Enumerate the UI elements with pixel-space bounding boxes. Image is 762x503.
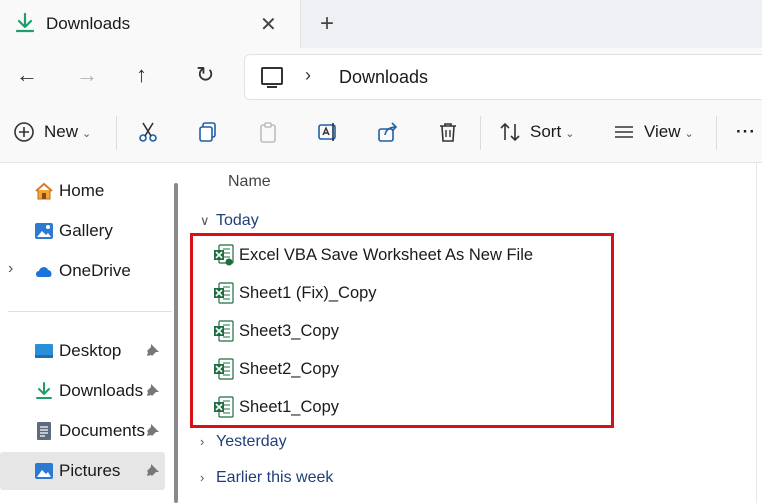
pictures-icon [35, 463, 53, 479]
group-label: Earlier this week [216, 469, 334, 486]
group-header-earlier-this-week[interactable]: › Earlier this week [200, 469, 333, 487]
sidebar-scrollbar[interactable] [174, 183, 178, 503]
pin-icon[interactable] [146, 343, 160, 357]
chevron-right-icon[interactable]: › [8, 260, 13, 278]
column-header-name[interactable]: Name [228, 173, 271, 191]
address-bar[interactable]: › Downloads [244, 54, 762, 100]
sidebar-item-desktop[interactable]: Desktop [0, 332, 165, 370]
share-icon[interactable] [376, 120, 400, 144]
sidebar-item-label: OneDrive [59, 261, 131, 280]
gallery-icon [35, 223, 53, 239]
up-button[interactable]: ↑ [136, 62, 147, 88]
copy-icon[interactable] [196, 120, 220, 144]
add-circle-icon [14, 122, 34, 142]
group-label: Yesterday [216, 433, 287, 450]
sort-icon [500, 122, 520, 142]
chevron-right-icon: › [200, 434, 205, 449]
command-toolbar: New ⌄ Sort ⌄ View ⌄ ··· [0, 104, 762, 163]
desktop-icon [35, 344, 53, 358]
sidebar-item-label: Home [59, 181, 105, 200]
view-button-label: View [644, 122, 681, 141]
sidebar-item-documents[interactable]: Documents [0, 412, 165, 450]
sidebar-item-label: Gallery [59, 221, 113, 240]
refresh-button[interactable]: ↻ [196, 62, 214, 88]
tab-downloads[interactable]: Downloads ✕ [0, 0, 301, 48]
tab-bar: Downloads ✕ + [0, 0, 762, 48]
tab-title: Downloads [46, 14, 131, 33]
delete-icon[interactable] [436, 120, 460, 144]
pin-icon[interactable] [146, 463, 160, 477]
download-icon [36, 382, 52, 399]
monitor-icon [261, 67, 283, 88]
navigation-bar: ← → ↑ ↻ › Downloads [0, 48, 762, 104]
chevron-down-icon: ∨ [200, 213, 210, 228]
chevron-down-icon: ⌄ [565, 128, 575, 140]
group-header-yesterday[interactable]: › Yesterday [200, 433, 287, 451]
back-button[interactable]: ← [16, 62, 38, 88]
close-icon[interactable]: ✕ [260, 12, 277, 37]
sidebar-item-downloads[interactable]: Downloads [0, 372, 165, 410]
sidebar-item-onedrive[interactable]: › OneDrive [0, 252, 165, 290]
chevron-down-icon: ⌄ [684, 128, 694, 140]
new-button-label: New [44, 122, 79, 141]
sort-button-label: Sort [530, 122, 562, 141]
chevron-right-icon: › [200, 470, 205, 485]
sort-button[interactable]: Sort ⌄ [530, 122, 574, 142]
column-divider [756, 163, 757, 503]
sidebar-item-label: Pictures [59, 461, 121, 480]
sidebar-item-label: Downloads [59, 381, 144, 400]
toolbar-divider [480, 116, 481, 150]
group-header-today[interactable]: ∨ Today [200, 212, 259, 230]
sidebar-item-label: Documents [59, 421, 145, 440]
sidebar-item-pictures[interactable]: Pictures [0, 452, 165, 490]
pin-icon[interactable] [146, 383, 160, 397]
toolbar-divider [716, 116, 717, 150]
more-options-button[interactable]: ··· [736, 122, 756, 142]
home-icon [35, 182, 53, 200]
view-icon [615, 126, 633, 138]
new-button[interactable]: New ⌄ [44, 122, 91, 142]
address-path[interactable]: Downloads [339, 67, 428, 88]
group-label: Today [216, 212, 259, 229]
download-icon [15, 12, 35, 33]
document-icon [37, 422, 51, 440]
sidebar-item-home[interactable]: Home [0, 172, 165, 210]
highlight-box [190, 233, 614, 428]
navigation-pane: Home Gallery › OneDrive Desktop Download… [0, 163, 172, 503]
pin-icon[interactable] [146, 423, 160, 437]
chevron-down-icon: ⌄ [82, 128, 92, 140]
chevron-right-icon[interactable]: › [305, 65, 311, 86]
rename-icon[interactable] [316, 120, 340, 144]
cloud-icon [36, 267, 52, 277]
toolbar-divider [116, 116, 117, 150]
paste-icon[interactable] [256, 120, 280, 144]
forward-button[interactable]: → [76, 62, 98, 88]
sidebar-divider [8, 311, 172, 312]
new-tab-button[interactable]: + [320, 10, 334, 38]
sidebar-item-gallery[interactable]: Gallery [0, 212, 165, 250]
cut-icon[interactable] [136, 120, 160, 144]
sidebar-item-label: Desktop [59, 341, 122, 360]
view-button[interactable]: View ⌄ [644, 122, 694, 142]
